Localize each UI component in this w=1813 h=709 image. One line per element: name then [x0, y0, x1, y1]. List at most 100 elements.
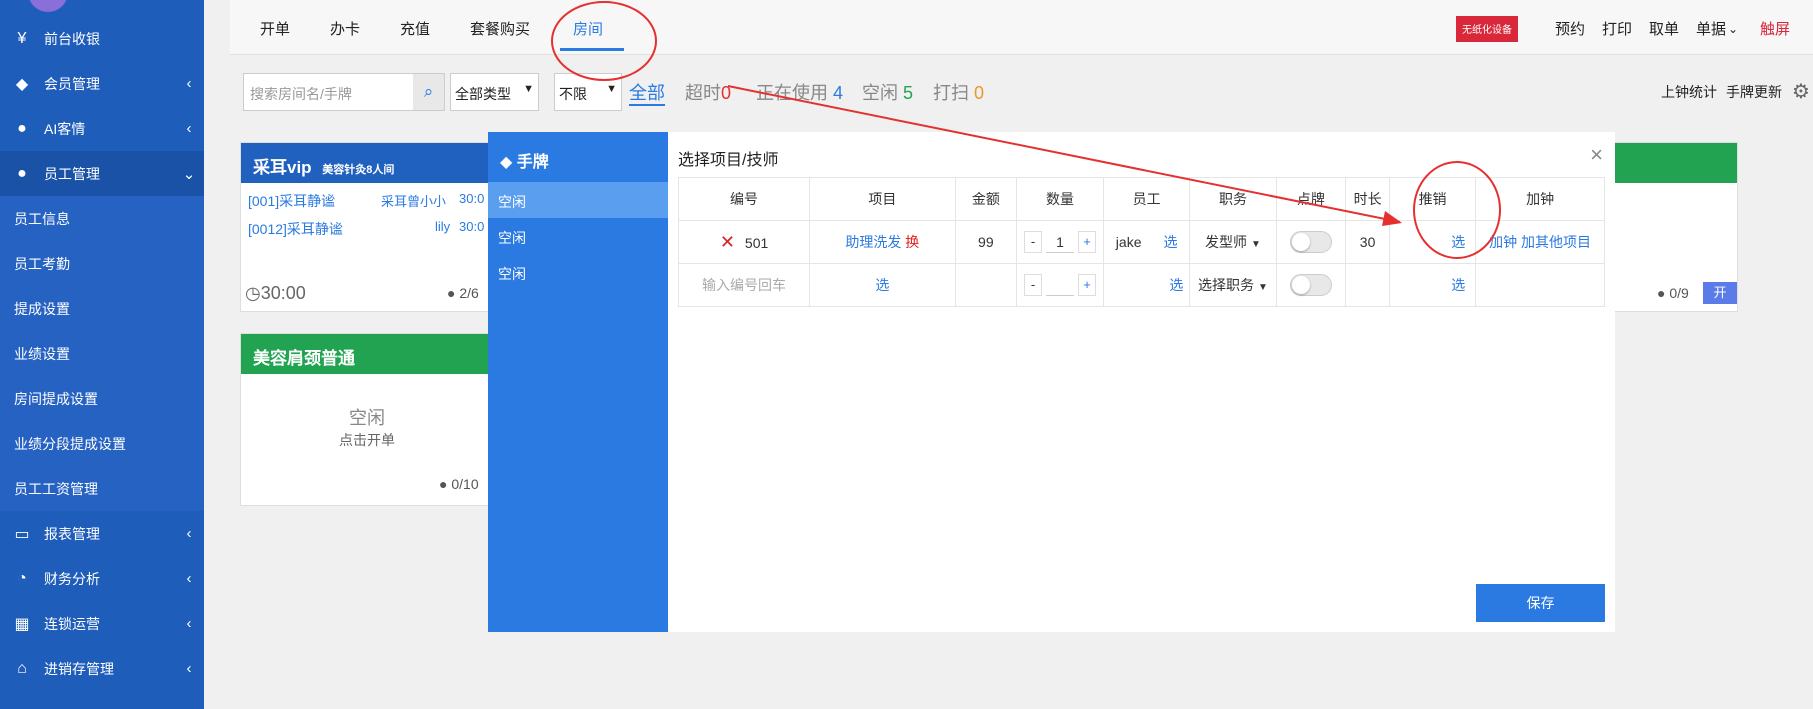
filter-label: 超时	[685, 83, 721, 103]
sidebar-item-tiered-commission[interactable]: 业绩分段提成设置	[0, 421, 204, 466]
tag-item[interactable]: 空闲	[488, 182, 668, 218]
sidebar-item-performance[interactable]: 业绩设置	[0, 331, 204, 376]
search-icon[interactable]: ⌕	[413, 74, 444, 110]
room-type-select[interactable]: 全部类型 ▼	[450, 73, 539, 111]
sidebar-item-inventory[interactable]: ⌂ 进销存管理 ‹	[0, 646, 204, 691]
filter-cleaning[interactable]: 打扫 0	[933, 79, 984, 105]
sidebar: ¥ 前台收银 ◆ 会员管理 ‹ ● AI客情 ‹ ● 员工管理 ⌄ 员工信息 员…	[0, 0, 204, 709]
increment-button[interactable]: +	[1078, 231, 1096, 253]
code-input[interactable]: 输入编号回车	[677, 263, 811, 307]
project-cell: 助理洗发 换	[809, 220, 956, 264]
filter-all[interactable]: 全部	[629, 79, 665, 105]
pick-toggle[interactable]	[1289, 274, 1332, 296]
role-select[interactable]: 发型师 ▼	[1189, 220, 1277, 264]
sidebar-item-finance[interactable]: ◔ 财务分析 ‹	[0, 556, 204, 601]
sidebar-item-attendance[interactable]: 员工考勤	[0, 241, 204, 286]
tab-package[interactable]: 套餐购买	[470, 18, 530, 39]
building-icon: ▦	[14, 615, 30, 633]
pick-staff-link[interactable]: 选	[1163, 234, 1177, 250]
sidebar-item-members[interactable]: ◆ 会员管理 ‹	[0, 61, 204, 106]
tab-open-order[interactable]: 开单	[260, 18, 290, 39]
dialog-title: 选择项目/技师	[678, 152, 779, 169]
filter-overtime[interactable]: 超时0	[685, 79, 731, 105]
tag-update-link[interactable]: 手牌更新	[1726, 82, 1782, 102]
receipts-dropdown[interactable]: 单据	[1696, 18, 1726, 39]
close-icon[interactable]: ×	[1590, 142, 1603, 168]
quantity-stepper: -1 +	[1016, 220, 1104, 264]
select-project-dialog: 选择项目/技师 × 编号 项目 金额 数量 员工 职务 点牌 时长 推销 加钟 …	[668, 132, 1615, 632]
yen-icon: ¥	[17, 29, 27, 47]
tab-rooms[interactable]: 房间	[573, 18, 603, 39]
sidebar-item-label: 员工考勤	[14, 255, 70, 272]
limit-select[interactable]: 不限 ▼	[554, 73, 622, 111]
amount-cell	[954, 263, 1018, 307]
room-card[interactable]: ● 0/9 开	[1600, 142, 1738, 312]
save-button[interactable]: 保存	[1476, 584, 1605, 622]
dropdown-arrow-icon: ▼	[1250, 239, 1261, 250]
select-project-link[interactable]: 选	[875, 277, 889, 293]
active-tab-indicator	[560, 48, 624, 51]
decrement-button[interactable]: -	[1024, 231, 1042, 253]
user-icon: ●	[17, 164, 27, 182]
chevron-down-icon: ⌄	[182, 165, 196, 183]
room-card[interactable]: 美容肩颈普通 空闲 点击开单 ● 0/10	[240, 333, 492, 506]
room-status: 空闲	[349, 408, 385, 428]
pick-toggle-cell	[1275, 263, 1347, 307]
sidebar-item-staff-info[interactable]: 员工信息	[0, 196, 204, 241]
quantity-input[interactable]	[1046, 274, 1074, 296]
print-link[interactable]: 打印	[1602, 18, 1632, 39]
room-occupancy: ● 0/9	[1657, 285, 1689, 301]
promo-cell: 选	[1388, 220, 1477, 264]
sidebar-item-room-commission[interactable]: 房间提成设置	[0, 376, 204, 421]
sidebar-item-chain[interactable]: ▦ 连锁运营 ‹	[0, 601, 204, 646]
dropdown-arrow-icon: ▼	[523, 83, 534, 95]
avatar[interactable]	[28, 0, 68, 12]
swap-link[interactable]: 换	[905, 234, 919, 250]
increment-button[interactable]: +	[1078, 274, 1096, 296]
project-name[interactable]: 助理洗发	[845, 234, 901, 250]
paperless-device-badge[interactable]: 无纸化设备	[1456, 16, 1518, 42]
room-service-staff: 采耳曾小小	[381, 194, 447, 209]
pie-chart-icon: ◔	[17, 569, 27, 587]
take-order-link[interactable]: 取单	[1649, 18, 1679, 39]
room-service-staff: lily	[435, 219, 451, 234]
sidebar-item-payroll[interactable]: 员工工资管理	[0, 466, 204, 511]
pick-staff-link[interactable]: 选	[1169, 277, 1183, 293]
room-card[interactable]: 采耳vip 美容针灸8人间 [001]采耳静谧 采耳曾小小 30:0 [0012…	[240, 142, 492, 312]
room-service-row: [001]采耳静谧	[248, 193, 336, 209]
sidebar-item-reports[interactable]: ▭ 报表管理 ‹	[0, 511, 204, 556]
tab-recharge[interactable]: 充值	[400, 18, 430, 39]
touchscreen-link[interactable]: 触屏	[1760, 18, 1790, 39]
limit-value: 不限	[559, 86, 587, 102]
room-card-header: 采耳vip 美容针灸8人间	[241, 143, 491, 183]
room-occupancy-value: 0/9	[1669, 285, 1689, 301]
promo-select-link[interactable]: 选	[1451, 277, 1465, 293]
tag-item[interactable]: 空闲	[488, 254, 668, 290]
tag-item[interactable]: 空闲	[488, 218, 668, 254]
role-select[interactable]: 选择职务 ▼	[1189, 263, 1277, 307]
filter-idle[interactable]: 空闲 5	[862, 79, 913, 105]
room-service-row: [0012]采耳静谧	[248, 221, 343, 237]
decrement-button[interactable]: -	[1024, 274, 1042, 296]
add-other-project-link[interactable]: 加其他项目	[1521, 234, 1591, 250]
open-room-button[interactable]: 开	[1703, 282, 1737, 304]
sidebar-item-cashier[interactable]: ¥ 前台收银	[0, 16, 204, 61]
delete-icon[interactable]: ✕	[720, 232, 735, 252]
sidebar-item-staff[interactable]: ● 员工管理 ⌄	[0, 151, 204, 196]
pick-toggle[interactable]	[1289, 231, 1332, 253]
role-value: 发型师	[1205, 234, 1248, 250]
appointment-link[interactable]: 预约	[1555, 18, 1585, 39]
gear-icon[interactable]: ⚙	[1792, 79, 1810, 104]
column-header: 加钟	[1475, 177, 1605, 221]
sidebar-item-commission[interactable]: 提成设置	[0, 286, 204, 331]
clock-stats-link[interactable]: 上钟统计	[1661, 82, 1717, 102]
filter-count: 4	[833, 83, 844, 103]
promo-select-link[interactable]: 选	[1451, 234, 1465, 250]
add-clock-link[interactable]: 加钟	[1489, 234, 1517, 250]
tab-open-card[interactable]: 办卡	[330, 18, 360, 39]
sidebar-item-ai[interactable]: ● AI客情 ‹	[0, 106, 204, 151]
chevron-down-icon: ⌄	[1728, 22, 1739, 36]
quantity-input[interactable]: 1	[1046, 231, 1074, 253]
filter-in-use[interactable]: 正在使用 4	[756, 79, 843, 105]
monitor-icon: ▭	[14, 525, 30, 543]
